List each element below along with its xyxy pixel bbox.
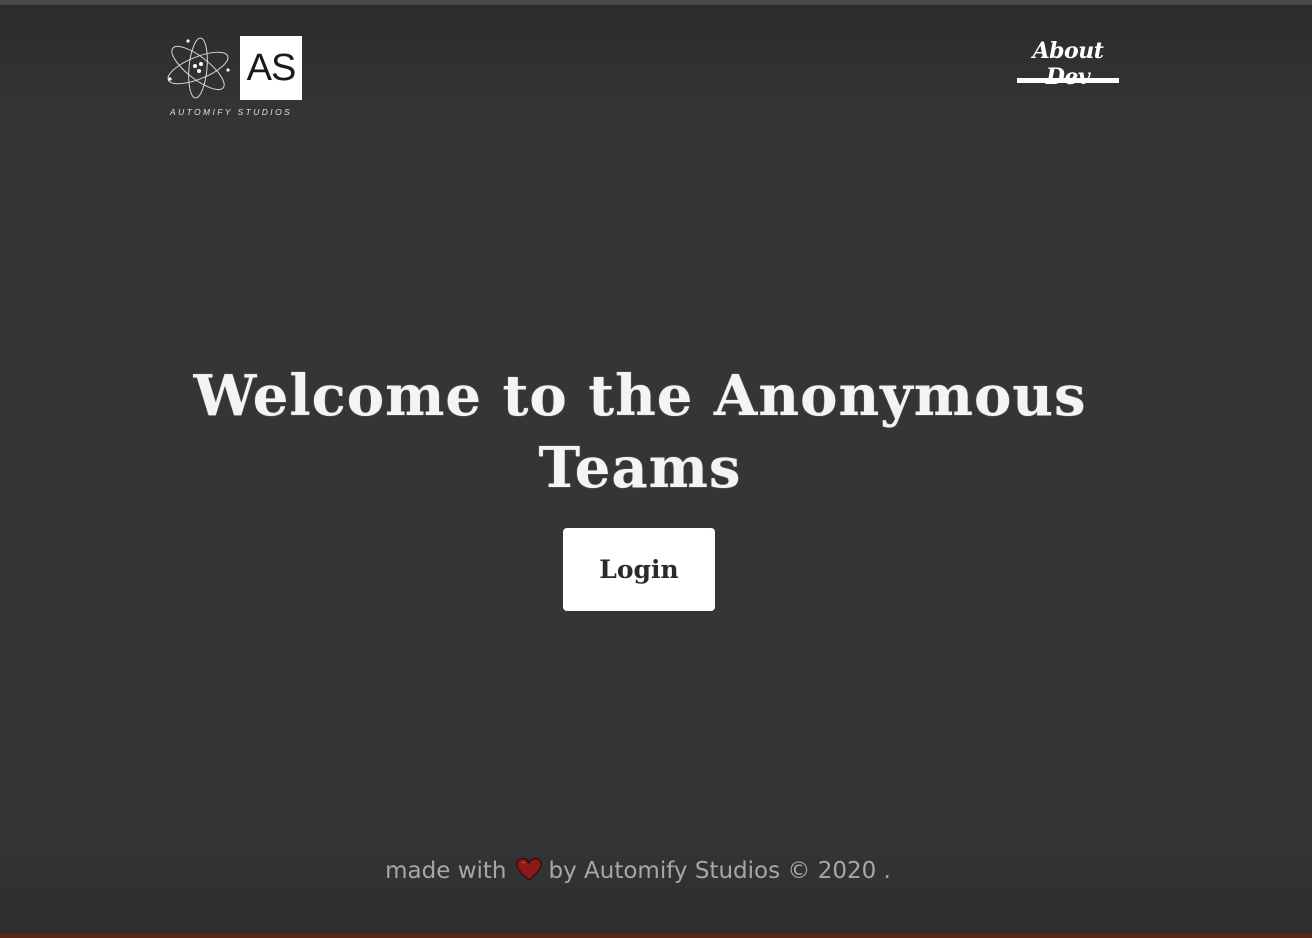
- atom-icon: [167, 37, 230, 99]
- bottom-strip: [0, 934, 1312, 938]
- login-button[interactable]: Login: [563, 528, 715, 611]
- footer-made-with: made with: [385, 858, 507, 884]
- footer-credit: by Automify Studios © 2020 .: [548, 858, 891, 884]
- heart-icon: [515, 857, 542, 881]
- active-nav-underline: [1017, 78, 1119, 83]
- page-title: Welcome to the Anonymous Teams: [193, 363, 1087, 501]
- site-footer: made with by Automify Studios © 2020 .: [300, 854, 976, 888]
- logo-monogram: AS: [240, 36, 302, 100]
- logo[interactable]: AS AUTOMIFY STUDIOS: [164, 34, 306, 122]
- logo-studio-name: AUTOMIFY STUDIOS: [170, 107, 293, 117]
